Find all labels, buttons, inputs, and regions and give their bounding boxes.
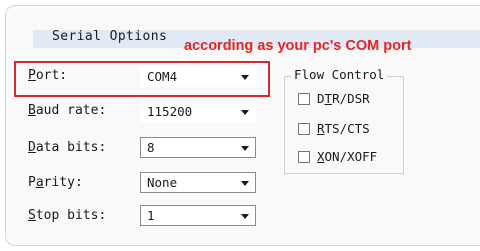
parity-value: None (147, 175, 178, 190)
xon-xoff-label: XON/XOFF (317, 149, 378, 164)
dtr-dsr-checkbox[interactable] (298, 93, 310, 105)
chevron-down-icon (241, 110, 249, 115)
parity-select[interactable]: None (140, 172, 256, 193)
chevron-down-icon (241, 181, 249, 186)
baud-rate-select[interactable]: 115200 (140, 101, 256, 122)
baud-rate-label: Baud rate: (28, 103, 107, 118)
flow-control-title: Flow Control (291, 67, 388, 82)
data-bits-label: Data bits: (28, 140, 107, 155)
stop-bits-label: Stop bits: (28, 208, 107, 223)
chevron-down-icon (241, 146, 249, 151)
baud-rate-value: 115200 (147, 104, 193, 119)
dtr-dsr-label: DTR/DSR (317, 91, 370, 106)
annotation-text: according as your pc's COM port (184, 38, 412, 54)
stop-bits-select[interactable]: 1 (140, 205, 256, 226)
data-bits-value: 8 (147, 140, 155, 155)
rts-cts-label: RTS/CTS (317, 121, 370, 136)
data-bits-select[interactable]: 8 (140, 137, 256, 158)
group-title: Serial Options (52, 29, 168, 44)
stop-bits-value: 1 (147, 208, 155, 223)
parity-label: Parity: (28, 175, 83, 190)
chevron-down-icon (241, 214, 249, 219)
rts-cts-checkbox[interactable] (298, 123, 310, 135)
port-highlight-box (14, 61, 270, 97)
xon-xoff-checkbox[interactable] (298, 151, 310, 163)
